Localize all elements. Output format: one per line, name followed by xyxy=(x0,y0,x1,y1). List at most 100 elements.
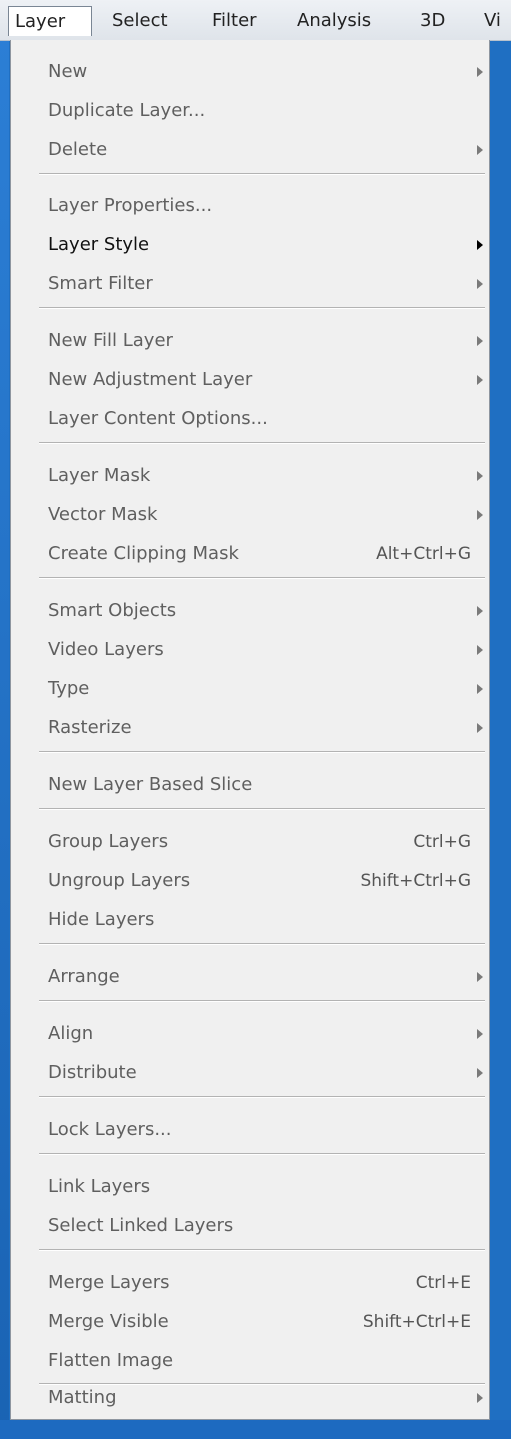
menu-item-label: Create Clipping Mask xyxy=(48,543,239,564)
menu-item-label: Smart Objects xyxy=(48,600,177,621)
menu-item-layer-style[interactable]: Layer Style xyxy=(11,226,489,264)
menu-item-label: Rasterize xyxy=(48,717,132,738)
menu-item-label: Arrange xyxy=(48,966,120,987)
menubar-filter[interactable]: Filter xyxy=(206,6,263,36)
menu-item-label: Matting xyxy=(48,1387,117,1408)
menu-separator xyxy=(39,1096,485,1098)
submenu-arrow-icon xyxy=(477,606,483,616)
menu-item-create-clipping-mask[interactable]: Create Clipping Mask Alt+Ctrl+G xyxy=(11,535,489,573)
menu-separator xyxy=(39,442,485,444)
layer-menu-dropdown: New Duplicate Layer... Delete Layer Prop… xyxy=(10,40,490,1420)
menu-item-label: Duplicate Layer... xyxy=(48,100,206,121)
menu-item-shortcut: Ctrl+G xyxy=(413,832,471,852)
menu-item-label: New Fill Layer xyxy=(48,330,173,351)
menu-item-arrange[interactable]: Arrange xyxy=(11,958,489,996)
menu-item-merge-layers[interactable]: Merge Layers Ctrl+E xyxy=(11,1264,489,1302)
menu-item-label: New Adjustment Layer xyxy=(48,369,253,390)
menu-item-delete[interactable]: Delete xyxy=(11,131,489,169)
submenu-arrow-icon xyxy=(477,375,483,385)
menu-item-merge-visible[interactable]: Merge Visible Shift+Ctrl+E xyxy=(11,1303,489,1341)
menu-item-label: Link Layers xyxy=(48,1176,151,1197)
menu-item-label: Group Layers xyxy=(48,831,169,852)
menu-item-label: Hide Layers xyxy=(48,909,155,930)
submenu-arrow-icon xyxy=(477,684,483,694)
submenu-arrow-icon xyxy=(477,471,483,481)
menu-item-label: Vector Mask xyxy=(48,504,158,525)
menu-item-label: Flatten Image xyxy=(48,1350,174,1371)
menu-item-hide-layers[interactable]: Hide Layers xyxy=(11,901,489,939)
menu-item-label: Smart Filter xyxy=(48,273,153,294)
menu-separator xyxy=(39,751,485,753)
menubar-view[interactable]: Vi xyxy=(478,6,507,36)
menu-item-smart-objects[interactable]: Smart Objects xyxy=(11,592,489,630)
submenu-arrow-icon xyxy=(477,1393,483,1403)
menu-separator xyxy=(39,1000,485,1002)
menu-separator xyxy=(39,808,485,810)
menu-item-label: New Layer Based Slice xyxy=(48,774,253,795)
menu-item-label: Merge Visible xyxy=(48,1311,169,1332)
menu-item-layer-mask[interactable]: Layer Mask xyxy=(11,457,489,495)
submenu-arrow-icon xyxy=(477,1029,483,1039)
menu-item-label: Distribute xyxy=(48,1062,137,1083)
menu-item-shortcut: Ctrl+E xyxy=(415,1273,471,1293)
menu-item-vector-mask[interactable]: Vector Mask xyxy=(11,496,489,534)
submenu-arrow-icon xyxy=(477,336,483,346)
submenu-arrow-icon xyxy=(477,145,483,155)
menu-item-label: Video Layers xyxy=(48,639,164,660)
menubar-select[interactable]: Select xyxy=(106,6,174,36)
submenu-arrow-icon xyxy=(477,279,483,289)
menu-item-label: Align xyxy=(48,1023,94,1044)
menu-item-layer-content-options[interactable]: Layer Content Options... xyxy=(11,400,489,438)
menu-separator xyxy=(39,1249,485,1251)
submenu-arrow-icon xyxy=(477,67,483,77)
menu-item-lock-layers[interactable]: Lock Layers... xyxy=(11,1111,489,1149)
desktop-background-bottom xyxy=(0,1420,511,1439)
menu-item-new-fill-layer[interactable]: New Fill Layer xyxy=(11,322,489,360)
desktop-background xyxy=(0,0,9,1439)
menu-item-label: Merge Layers xyxy=(48,1272,170,1293)
menu-item-smart-filter[interactable]: Smart Filter xyxy=(11,265,489,303)
menu-item-label: Lock Layers... xyxy=(48,1119,172,1140)
menu-separator xyxy=(39,1153,485,1155)
menu-item-shortcut: Shift+Ctrl+E xyxy=(362,1312,471,1332)
menu-item-label: Type xyxy=(48,678,90,699)
menu-item-new[interactable]: New xyxy=(11,53,489,91)
menu-item-label: Layer Content Options... xyxy=(48,408,268,429)
menu-bar: Layer Select Filter Analysis 3D Vi xyxy=(0,0,511,41)
menu-item-select-linked-layers[interactable]: Select Linked Layers xyxy=(11,1207,489,1245)
menu-item-label: Layer Properties... xyxy=(48,195,213,216)
menubar-layer[interactable]: Layer xyxy=(8,6,92,36)
menu-item-align[interactable]: Align xyxy=(11,1015,489,1053)
submenu-arrow-icon xyxy=(477,1068,483,1078)
menu-item-type[interactable]: Type xyxy=(11,670,489,708)
menu-item-distribute[interactable]: Distribute xyxy=(11,1054,489,1092)
menu-separator xyxy=(39,577,485,579)
menubar-3d[interactable]: 3D xyxy=(414,6,451,36)
menu-item-link-layers[interactable]: Link Layers xyxy=(11,1168,489,1206)
submenu-arrow-icon xyxy=(477,240,483,250)
menu-item-shortcut: Alt+Ctrl+G xyxy=(376,544,471,564)
menu-item-label: Layer Mask xyxy=(48,465,151,486)
menu-item-layer-properties[interactable]: Layer Properties... xyxy=(11,187,489,225)
menu-item-rasterize[interactable]: Rasterize xyxy=(11,709,489,747)
menu-item-label: Ungroup Layers xyxy=(48,870,191,891)
menu-item-label: Delete xyxy=(48,139,108,160)
submenu-arrow-icon xyxy=(477,645,483,655)
menu-item-duplicate-layer[interactable]: Duplicate Layer... xyxy=(11,92,489,130)
menu-item-label: Layer Style xyxy=(48,234,150,255)
menu-separator xyxy=(39,173,485,175)
menu-separator xyxy=(39,307,485,309)
menu-item-matting[interactable]: Matting xyxy=(11,1379,489,1417)
menu-item-label: Select Linked Layers xyxy=(48,1215,234,1236)
menu-item-flatten-image[interactable]: Flatten Image xyxy=(11,1342,489,1380)
menu-item-video-layers[interactable]: Video Layers xyxy=(11,631,489,669)
menu-item-group-layers[interactable]: Group Layers Ctrl+G xyxy=(11,823,489,861)
menu-item-shortcut: Shift+Ctrl+G xyxy=(360,871,471,891)
menu-item-label: New xyxy=(48,61,88,82)
submenu-arrow-icon xyxy=(477,972,483,982)
menu-item-new-adjustment-layer[interactable]: New Adjustment Layer xyxy=(11,361,489,399)
menubar-analysis[interactable]: Analysis xyxy=(291,6,377,36)
menu-item-new-layer-based-slice[interactable]: New Layer Based Slice xyxy=(11,766,489,804)
submenu-arrow-icon xyxy=(477,510,483,520)
menu-item-ungroup-layers[interactable]: Ungroup Layers Shift+Ctrl+G xyxy=(11,862,489,900)
